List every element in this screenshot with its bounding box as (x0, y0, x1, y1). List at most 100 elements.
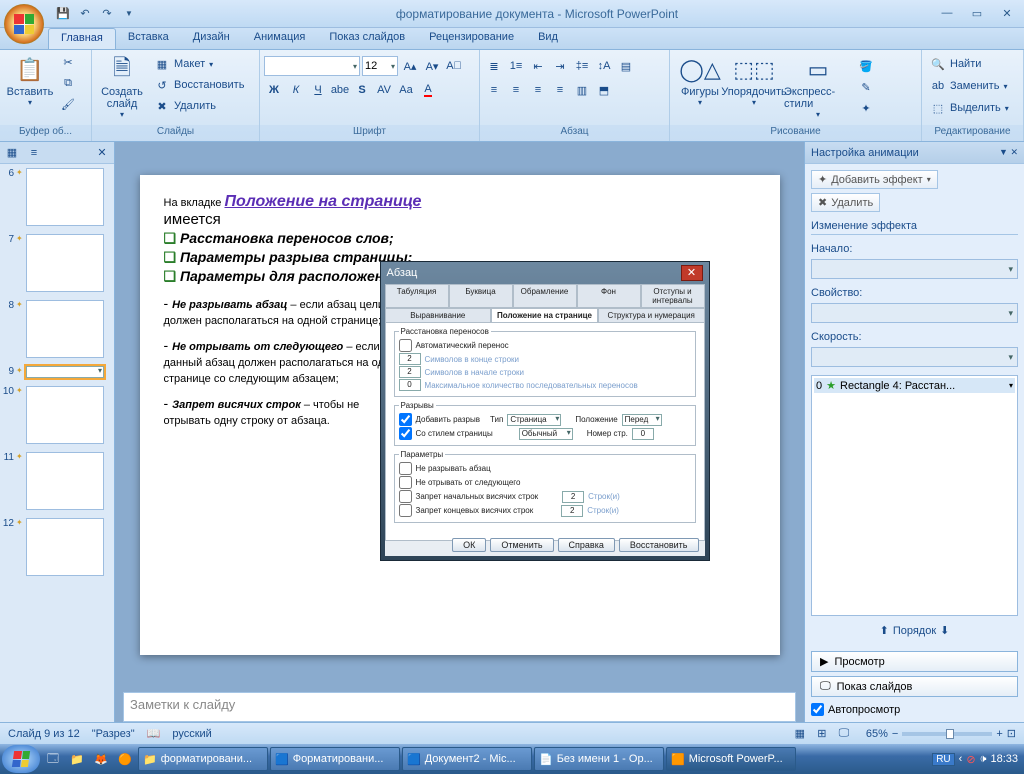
align-right-icon[interactable]: ≡ (528, 80, 548, 100)
explorer-icon[interactable]: 📁 (66, 747, 88, 771)
tab-animation[interactable]: Анимация (242, 28, 318, 49)
shape-effects-icon[interactable]: ✦ (856, 98, 876, 118)
page-no-spinner[interactable]: 0 (632, 428, 654, 440)
slide-thumbnail[interactable] (26, 518, 104, 576)
taskbar-item[interactable]: 🟦Документ2 - Mic... (402, 747, 532, 771)
justify-icon[interactable]: ≡ (550, 80, 570, 100)
close-icon[interactable]: ✕ (681, 265, 703, 281)
slideshow-button[interactable]: 🖵Показ слайдов (811, 676, 1018, 697)
tray-alert-icon[interactable]: ⊘ (966, 753, 975, 766)
show-desktop-icon[interactable]: 🗔 (42, 747, 64, 771)
autopreview-checkbox[interactable] (811, 703, 824, 716)
shrink-font-icon[interactable]: A▾ (422, 56, 442, 76)
redo-icon[interactable]: ↷ (98, 5, 116, 23)
sorter-view-icon[interactable]: ⊞ (812, 724, 832, 744)
slideshow-view-icon[interactable]: 🖵 (834, 724, 854, 744)
page-style-select[interactable]: Обычный (519, 428, 573, 440)
fit-window-icon[interactable]: ⊡ (1007, 727, 1016, 740)
minimize-button[interactable]: — (936, 7, 958, 20)
tab-design[interactable]: Дизайн (181, 28, 242, 49)
slide-thumbnail[interactable] (26, 234, 104, 292)
add-effect-button[interactable]: ✦Добавить эффект ▾ (811, 170, 938, 189)
dialog-tab[interactable]: Буквица (449, 284, 513, 308)
text-direction-icon[interactable]: ↕A (594, 56, 614, 76)
format-painter-icon[interactable]: 🖌 (58, 94, 78, 114)
help-button[interactable]: Справка (558, 538, 615, 552)
taskbar-item[interactable]: 🟦Форматировани... (270, 747, 400, 771)
dialog-tab[interactable]: Фон (577, 284, 641, 308)
dialog-tab[interactable]: Положение на странице (491, 308, 598, 323)
quick-styles-button[interactable]: ▭Экспресс-стили▾ (782, 52, 854, 121)
zoom-slider[interactable] (902, 732, 992, 736)
char-spacing-icon[interactable]: AV (374, 80, 394, 100)
start-button[interactable] (2, 745, 40, 773)
close-pane-icon[interactable]: ✕ (94, 145, 110, 161)
clock[interactable]: 18:33 (990, 753, 1018, 765)
dialog-tab[interactable]: Табуляция (385, 284, 449, 308)
taskbar-item[interactable]: 📁форматировани... (138, 747, 268, 771)
dialog-tab[interactable]: Обрамление (513, 284, 577, 308)
align-center-icon[interactable]: ≡ (506, 80, 526, 100)
speed-dropdown[interactable]: ▾ (811, 347, 1018, 367)
dialog-tab[interactable]: Выравнивание (385, 308, 492, 323)
spellcheck-icon[interactable]: 📖 (147, 727, 161, 740)
strike-icon[interactable]: abe (330, 80, 350, 100)
font-family-combo[interactable]: ▾ (264, 56, 360, 76)
shapes-button[interactable]: ◯△Фигуры▾ (674, 52, 726, 109)
undo-icon[interactable]: ↶ (76, 5, 94, 23)
animation-item[interactable]: 0 ★ Rectangle 4: Расстан... ▾ (814, 378, 1015, 393)
layout-button[interactable]: ▦Макет ▾ (150, 54, 248, 74)
start-dropdown[interactable]: ▾ (811, 259, 1018, 279)
slide-thumbnail[interactable] (26, 452, 104, 510)
zoom-label[interactable]: 65% (866, 728, 888, 740)
move-up-icon[interactable]: ⬆ (880, 624, 889, 637)
slide-canvas[interactable]: На вкладке Положение на странице имеется… (140, 175, 780, 655)
tab-home[interactable]: Главная (48, 28, 116, 49)
close-button[interactable]: ✕ (996, 7, 1018, 20)
clear-format-icon[interactable]: A⃠ (444, 56, 464, 76)
shadow-icon[interactable]: S (352, 80, 372, 100)
dialog-tab[interactable]: Структура и нумерация (598, 308, 705, 323)
save-icon[interactable]: 💾 (54, 5, 72, 23)
select-button[interactable]: ⬚Выделить ▾ (926, 98, 1013, 118)
font-size-combo[interactable]: ▾ (362, 56, 398, 76)
outline-tab-icon[interactable]: ≡ (26, 145, 42, 161)
widow2-checkbox[interactable] (399, 504, 412, 517)
font-color-icon[interactable]: A (418, 80, 438, 100)
arrange-button[interactable]: ⬚⬚Упорядочить▾ (728, 52, 780, 109)
shape-outline-icon[interactable]: ✎ (856, 77, 876, 97)
office-button[interactable] (4, 4, 44, 44)
replace-button[interactable]: abЗаменить ▾ (926, 76, 1011, 96)
dialog-tab[interactable]: Отступы и интервалы (641, 284, 705, 308)
bullets-icon[interactable]: ≣ (484, 56, 504, 76)
remove-effect-button[interactable]: ✖Удалить (811, 193, 880, 212)
normal-view-icon[interactable]: ▦ (790, 724, 810, 744)
chevron-down-icon[interactable]: ▾ (1009, 381, 1013, 390)
widow1-checkbox[interactable] (399, 490, 412, 503)
slide-thumbnail[interactable] (26, 366, 104, 378)
columns-icon[interactable]: ▥ (572, 80, 592, 100)
new-slide-button[interactable]: 🗎 Создать слайд▾ (96, 52, 148, 121)
taskbar-item[interactable]: 📄Без имени 1 - Op... (534, 747, 664, 771)
tab-view[interactable]: Вид (526, 28, 570, 49)
property-dropdown[interactable]: ▾ (811, 303, 1018, 323)
indent-inc-icon[interactable]: ⇥ (550, 56, 570, 76)
notes-field[interactable]: Заметки к слайду (123, 692, 796, 722)
paste-button[interactable]: 📋 Вставить▾ (4, 52, 56, 109)
delete-slide-button[interactable]: ✖Удалить (150, 96, 248, 116)
align-text-icon[interactable]: ▤ (616, 56, 636, 76)
firefox-icon[interactable]: 🦊 (90, 747, 112, 771)
restore-button[interactable]: Восстановить (619, 538, 699, 552)
media-icon[interactable]: 🟠 (114, 747, 136, 771)
break-type-select[interactable]: Страница (507, 414, 561, 426)
cut-icon[interactable]: ✂ (58, 52, 78, 72)
underline-icon[interactable]: Ч (308, 80, 328, 100)
keep-next-checkbox[interactable] (399, 476, 412, 489)
tab-slideshow[interactable]: Показ слайдов (317, 28, 417, 49)
tray-volume-icon[interactable]: 🕩 (980, 753, 987, 766)
zoom-out-icon[interactable]: − (892, 728, 898, 740)
add-break-checkbox[interactable] (399, 413, 412, 426)
ok-button[interactable]: ОК (452, 538, 486, 552)
language-label[interactable]: русский (172, 728, 211, 740)
cancel-button[interactable]: Отменить (490, 538, 553, 552)
